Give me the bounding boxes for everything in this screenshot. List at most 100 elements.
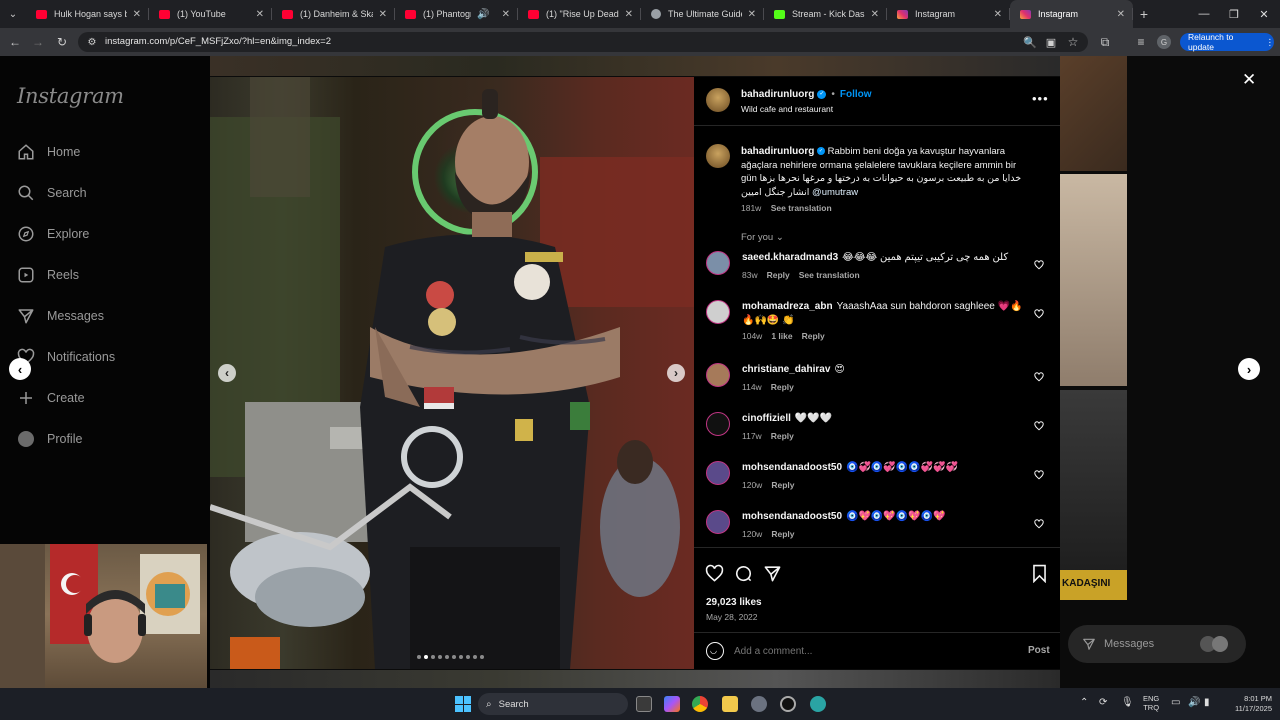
relaunch-button[interactable]: Relaunch to update ⋮ — [1180, 32, 1275, 52]
comment-button[interactable] — [734, 564, 753, 588]
task-view-icon[interactable] — [636, 696, 652, 712]
like-button[interactable] — [705, 564, 724, 588]
browser-tab-active[interactable]: Instagram ✕ — [1010, 0, 1133, 28]
restore-button[interactable]: ❐ — [1218, 0, 1250, 28]
obs-icon[interactable] — [780, 696, 796, 712]
microphone-icon[interactable]: 🎙 — [1121, 697, 1134, 708]
speaker-icon[interactable]: 🔊 — [477, 9, 489, 20]
chevron-up-icon[interactable]: ⌃ — [1080, 697, 1088, 708]
close-tab-icon[interactable]: ✕ — [256, 9, 264, 20]
sidebar-item-search[interactable]: Search — [16, 181, 87, 205]
commenter-avatar[interactable] — [706, 412, 730, 436]
see-translation-link[interactable]: See translation — [771, 203, 832, 213]
browser-tab[interactable]: (1) Phantogram - 🔊 ✕ — [395, 0, 518, 28]
comment-likes-link[interactable]: 1 like — [771, 331, 792, 341]
see-translation-link[interactable]: See translation — [799, 270, 860, 280]
browser-tab[interactable]: The Ultimate Guide T ✕ — [641, 0, 764, 28]
commenter-username[interactable]: saeed.kharadmand3 — [742, 252, 838, 263]
browser-tab[interactable]: Hulk Hogan says bro ✕ — [26, 0, 149, 28]
caption-author-username[interactable]: bahadirunluorg — [741, 146, 814, 157]
likes-count[interactable]: 29,023 likes — [706, 597, 762, 608]
close-tab-icon[interactable]: ✕ — [502, 9, 510, 20]
close-tab-icon[interactable]: ✕ — [133, 9, 141, 20]
file-explorer-icon[interactable] — [722, 696, 738, 712]
commenter-username[interactable]: mohamadreza_abn — [742, 301, 833, 312]
emoji-picker-icon[interactable]: ◡ — [706, 642, 724, 660]
close-modal-icon[interactable]: ✕ — [1242, 70, 1256, 90]
commenter-username[interactable]: christiane_dahirav — [742, 364, 830, 375]
instagram-logo[interactable]: Instagram — [17, 84, 124, 108]
commenter-username[interactable]: mohsendanadoost50 — [742, 511, 842, 522]
reload-icon[interactable]: ↻ — [54, 34, 70, 50]
settings-icon[interactable] — [751, 696, 767, 712]
comment-like-button[interactable] — [1034, 418, 1044, 436]
browser-tab[interactable]: (1) Danheim & Skarp ✕ — [272, 0, 395, 28]
close-tab-icon[interactable]: ✕ — [871, 9, 879, 20]
address-bar[interactable]: ⚙ instagram.com/p/CeF_MSFjZxo/?hl=en&img… — [78, 32, 1088, 52]
forward-icon[interactable]: → — [30, 34, 46, 50]
close-tab-icon[interactable]: ✕ — [748, 9, 756, 20]
next-post-button[interactable]: › — [1238, 358, 1260, 380]
media-control-icon[interactable]: ≡ — [1133, 34, 1149, 50]
sidebar-item-profile[interactable]: Profile — [16, 427, 82, 451]
save-button[interactable] — [1031, 564, 1048, 588]
zoom-icon[interactable]: 🔍 — [1022, 34, 1038, 50]
commenter-avatar[interactable] — [706, 300, 730, 324]
reply-link[interactable]: Reply — [771, 480, 794, 490]
minimize-button[interactable]: — — [1188, 0, 1220, 28]
profile-avatar[interactable]: G — [1157, 35, 1171, 49]
battery-icon[interactable]: ▮ — [1204, 697, 1210, 708]
sidebar-item-home[interactable]: Home — [16, 140, 80, 164]
comment-like-button[interactable] — [1034, 369, 1044, 387]
messages-pill[interactable]: Messages — [1068, 625, 1246, 663]
close-tab-icon[interactable]: ✕ — [994, 9, 1002, 20]
bookmark-star-icon[interactable]: ☆ — [1065, 34, 1081, 50]
post-location[interactable]: Wild cafe and restaurant — [741, 104, 833, 114]
app-icon[interactable] — [810, 696, 826, 712]
reply-link[interactable]: Reply — [771, 431, 794, 441]
previous-image-button[interactable]: ‹ — [218, 364, 236, 382]
display-icon[interactable]: ▭ — [1171, 697, 1180, 708]
language-indicator[interactable]: ENG TRQ — [1143, 694, 1159, 712]
site-info-icon[interactable]: ⚙ — [84, 34, 100, 50]
post-comment-button[interactable]: Post — [1028, 645, 1050, 656]
caption-author-avatar[interactable] — [706, 144, 730, 168]
chrome-icon[interactable] — [692, 696, 708, 712]
comment-like-button[interactable] — [1034, 306, 1044, 324]
browser-tab[interactable]: (1) "Rise Up Dead Ma ✕ — [518, 0, 641, 28]
reply-link[interactable]: Reply — [802, 331, 825, 341]
sidebar-item-explore[interactable]: Explore — [16, 222, 89, 246]
browser-tab[interactable]: (1) YouTube ✕ — [149, 0, 272, 28]
commenter-avatar[interactable] — [706, 363, 730, 387]
add-comment-input[interactable] — [734, 643, 1014, 659]
comment-like-button[interactable] — [1034, 516, 1044, 534]
sidebar-item-create[interactable]: Create — [16, 386, 85, 410]
reply-link[interactable]: Reply — [771, 529, 794, 539]
browser-tab[interactable]: Stream - Kick Dashbo ✕ — [764, 0, 887, 28]
author-username[interactable]: bahadirunluorg — [741, 89, 814, 100]
comment-sort-dropdown[interactable]: For you ⌄ — [741, 232, 784, 243]
back-icon[interactable]: ← — [7, 34, 23, 50]
commenter-avatar[interactable] — [706, 251, 730, 275]
commenter-avatar[interactable] — [706, 461, 730, 485]
sync-icon[interactable]: ⟳ — [1099, 697, 1107, 708]
clock[interactable]: 8:01 PM 11/17/2025 — [1222, 694, 1272, 714]
close-window-button[interactable]: ✕ — [1248, 0, 1280, 28]
previous-post-button[interactable]: ‹ — [9, 358, 31, 380]
next-image-button[interactable]: › — [667, 364, 685, 382]
sidebar-item-reels[interactable]: Reels — [16, 263, 79, 287]
copilot-icon[interactable] — [664, 696, 680, 712]
reply-link[interactable]: Reply — [767, 270, 790, 280]
commenter-username[interactable]: cinoffiziell — [742, 413, 791, 424]
follow-button[interactable]: Follow — [840, 89, 872, 100]
taskbar-search[interactable]: ⌕ Search — [478, 693, 628, 715]
windows-start-icon[interactable] — [455, 696, 471, 712]
sidebar-item-messages[interactable]: Messages — [16, 304, 104, 328]
extensions-icon[interactable]: ⧉ — [1097, 34, 1113, 50]
comment-like-button[interactable] — [1034, 257, 1044, 275]
more-options-icon[interactable]: ••• — [1032, 91, 1049, 106]
more-vert-icon[interactable]: ⋮ — [1266, 37, 1275, 48]
browser-tab[interactable]: Instagram ✕ — [887, 0, 1010, 28]
comment-like-button[interactable] — [1034, 467, 1044, 485]
reply-link[interactable]: Reply — [771, 382, 794, 392]
